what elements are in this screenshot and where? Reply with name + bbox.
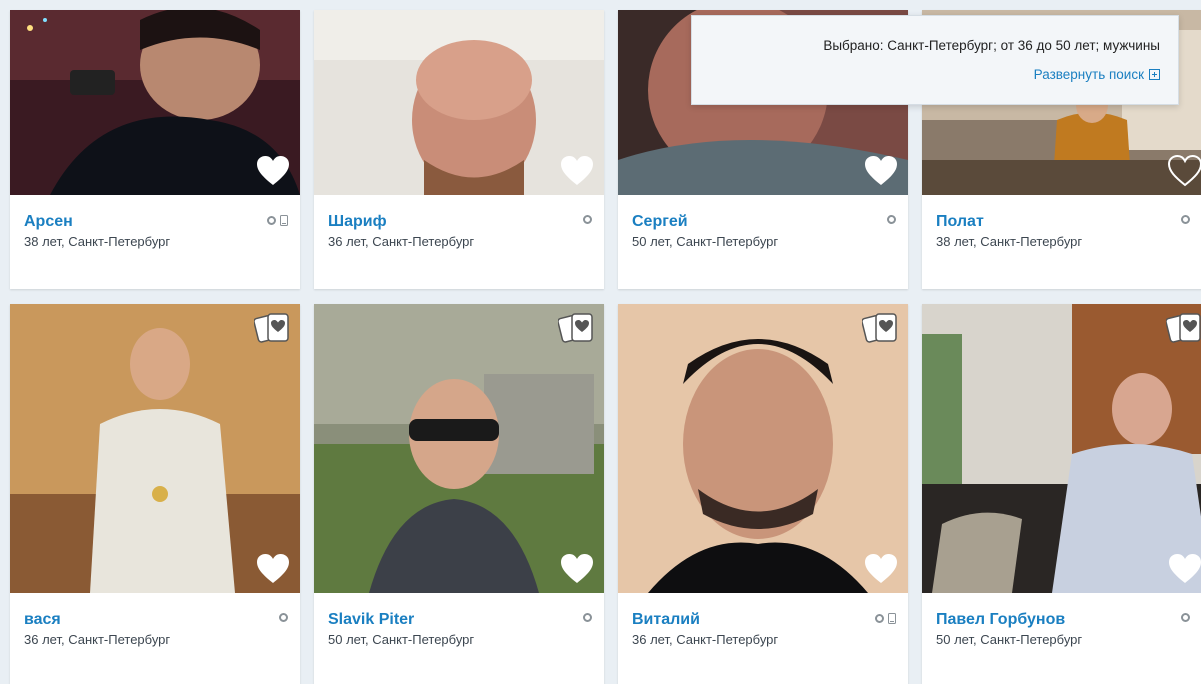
profile-meta: 36 лет, Санкт-Петербург xyxy=(24,632,171,647)
status-indicators xyxy=(583,215,592,224)
profile-photo[interactable] xyxy=(314,10,604,195)
status-indicators xyxy=(1181,613,1190,622)
heart-icon[interactable] xyxy=(256,553,290,585)
status-indicators xyxy=(875,613,896,624)
photo-album-icon[interactable] xyxy=(558,310,598,346)
profile-photo[interactable] xyxy=(10,304,300,593)
status-indicators xyxy=(279,613,288,622)
profile-name[interactable]: Шариф xyxy=(328,212,387,232)
profile-name[interactable]: Полат xyxy=(936,212,984,232)
heart-icon[interactable] xyxy=(1168,155,1201,187)
profile-photo[interactable] xyxy=(922,304,1201,593)
photo-album-icon[interactable] xyxy=(254,310,294,346)
photo-image xyxy=(314,304,604,593)
profile-info: Шариф 36 лет, Санкт-Петербург xyxy=(314,195,604,251)
profile-meta: 50 лет, Санкт-Петербург xyxy=(328,632,475,647)
online-status-icon xyxy=(279,613,288,622)
profile-photo[interactable] xyxy=(314,304,604,593)
search-selected-text: Выбрано: Санкт-Петербург; от 36 до 50 ле… xyxy=(823,38,1160,53)
profile-card[interactable]: Павел Горбунов 50 лет, Санкт-Петербург xyxy=(922,304,1201,684)
online-status-icon xyxy=(887,215,896,224)
heart-icon[interactable] xyxy=(560,155,594,187)
profile-info: Полат 38 лет, Санкт-Петербург xyxy=(922,195,1201,251)
photo-image xyxy=(922,304,1201,593)
profile-name[interactable]: Сергей xyxy=(632,212,688,232)
profile-info: Павел Горбунов 50 лет, Санкт-Петербург xyxy=(922,593,1201,649)
profile-card[interactable]: Арсен 38 лет, Санкт-Петербург xyxy=(10,10,300,289)
heart-icon[interactable] xyxy=(864,553,898,585)
status-indicators xyxy=(1181,215,1190,224)
heart-icon[interactable] xyxy=(864,155,898,187)
profile-name[interactable]: Арсен xyxy=(24,212,73,232)
profile-info: Арсен 38 лет, Санкт-Петербург xyxy=(10,195,300,251)
status-indicators xyxy=(887,215,896,224)
profile-meta: 36 лет, Санкт-Петербург xyxy=(328,234,475,249)
expand-search-label[interactable]: Развернуть поиск xyxy=(1034,67,1144,82)
profile-meta: 36 лет, Санкт-Петербург xyxy=(632,632,779,647)
profile-name[interactable]: Павел Горбунов xyxy=(936,610,1065,630)
online-status-icon xyxy=(1181,613,1190,622)
plus-box-icon[interactable] xyxy=(1149,69,1160,80)
heart-icon[interactable] xyxy=(256,155,290,187)
mobile-icon xyxy=(888,613,896,624)
profile-name[interactable]: Виталий xyxy=(632,610,700,630)
profile-name[interactable]: вася xyxy=(24,610,61,630)
heart-icon[interactable] xyxy=(560,553,594,585)
profile-info: Сергей 50 лет, Санкт-Петербург xyxy=(618,195,908,251)
profile-info: Slavik Piter 50 лет, Санкт-Петербург xyxy=(314,593,604,649)
profile-card[interactable]: Виталий 36 лет, Санкт-Петербург xyxy=(618,304,908,684)
status-indicators xyxy=(583,613,592,622)
profile-photo[interactable] xyxy=(10,10,300,195)
profile-card[interactable]: вася 36 лет, Санкт-Петербург xyxy=(10,304,300,684)
online-status-icon xyxy=(267,216,276,225)
online-status-icon xyxy=(875,614,884,623)
profile-card[interactable]: Шариф 36 лет, Санкт-Петербург xyxy=(314,10,604,289)
profile-meta: 50 лет, Санкт-Петербург xyxy=(936,632,1083,647)
online-status-icon xyxy=(583,215,592,224)
search-summary-popup: Выбрано: Санкт-Петербург; от 36 до 50 ле… xyxy=(691,15,1179,105)
mobile-icon xyxy=(280,215,288,226)
profile-info: вася 36 лет, Санкт-Петербург xyxy=(10,593,300,649)
profile-card[interactable]: Slavik Piter 50 лет, Санкт-Петербург xyxy=(314,304,604,684)
profile-name[interactable]: Slavik Piter xyxy=(328,610,414,630)
photo-album-icon[interactable] xyxy=(862,310,902,346)
online-status-icon xyxy=(1181,215,1190,224)
expand-search-link[interactable]: Развернуть поиск xyxy=(1034,67,1160,82)
photo-album-icon[interactable] xyxy=(1166,310,1201,346)
profile-meta: 38 лет, Санкт-Петербург xyxy=(24,234,171,249)
status-indicators xyxy=(267,215,288,226)
profile-meta: 38 лет, Санкт-Петербург xyxy=(936,234,1083,249)
photo-image xyxy=(10,304,300,593)
profile-info: Виталий 36 лет, Санкт-Петербург xyxy=(618,593,908,649)
photo-image xyxy=(618,304,908,593)
profile-photo[interactable] xyxy=(618,304,908,593)
heart-icon[interactable] xyxy=(1168,553,1201,585)
profile-meta: 50 лет, Санкт-Петербург xyxy=(632,234,779,249)
online-status-icon xyxy=(583,613,592,622)
